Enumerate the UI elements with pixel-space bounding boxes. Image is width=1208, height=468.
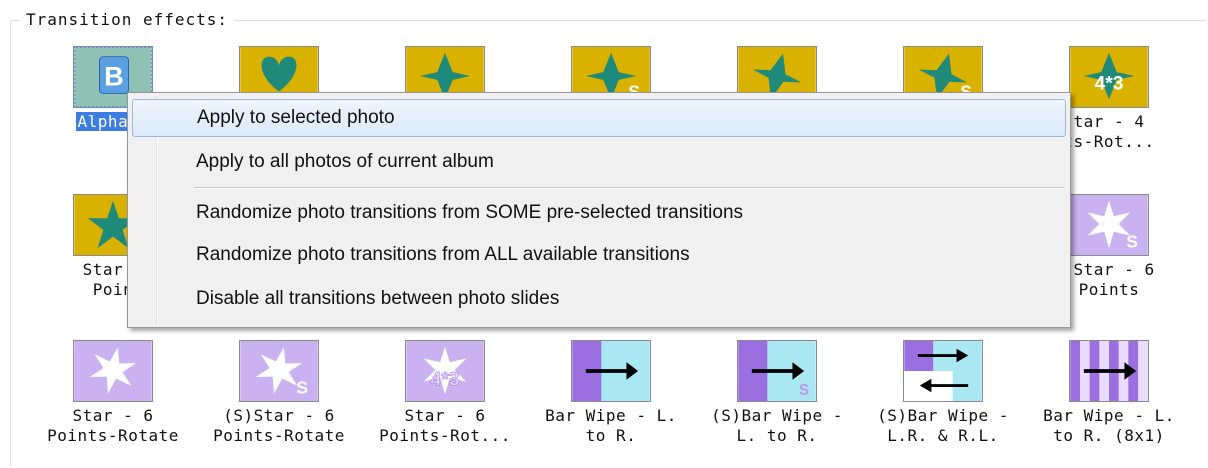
menu-item-randomize-all[interactable]: Randomize photo transitions from ALL ava… (132, 236, 1066, 274)
bar-wipe-s-thumbnail: S (737, 340, 817, 402)
menu-item-disable-all[interactable]: Disable all transitions between photo sl… (132, 280, 1066, 318)
transition-tile-bar-wipe-8x1[interactable]: Bar Wipe - L. to R. (8x1) (1026, 340, 1192, 446)
grid-mark: 4*3 (1094, 73, 1123, 95)
s-mark: S (799, 382, 809, 399)
transition-tile-bar-wipe-lr-rl[interactable]: (S)Bar Wipe - L.R. & R.L. (860, 340, 1026, 446)
menu-item-label: Apply to all photos of current album (196, 151, 494, 172)
bar-wipe-both-thumbnail (903, 340, 983, 402)
star-6-grid-thumbnail: 4*3 (405, 340, 485, 402)
tile-label: (S)Bar Wipe - L. to R. (711, 406, 843, 445)
transition-tile-star6-rot-grid[interactable]: 4*3 Star - 6 Points-Rot... (362, 340, 528, 446)
star-6-s-thumbnail: S (1069, 194, 1149, 256)
tile-label: Bar Wipe - L. to R. (545, 406, 677, 445)
s-mark: S (296, 377, 308, 397)
menu-item-apply-all[interactable]: Apply to all photos of current album (132, 143, 1066, 181)
group-title: Transition effects: (20, 10, 235, 29)
menu-item-label: Disable all transitions between photo sl… (196, 288, 560, 309)
menu-item-label: Randomize photo transitions from ALL ava… (196, 244, 690, 265)
menu-item-label: Apply to selected photo (197, 107, 395, 128)
transition-tile-bar-wipe-s[interactable]: S (S)Bar Wipe - L. to R. (694, 340, 860, 446)
menu-item-randomize-some[interactable]: Randomize photo transitions from SOME pr… (132, 194, 1066, 232)
tile-label: Bar Wipe - L. to R. (8x1) (1043, 406, 1175, 445)
star-6-rotate-thumbnail (73, 340, 153, 402)
star-6-rotate-s-thumbnail: S (239, 340, 319, 402)
context-menu: Apply to selected photo Apply to all pho… (127, 92, 1071, 328)
menu-item-label: Randomize photo transitions from SOME pr… (196, 202, 744, 223)
tile-label: (S)Bar Wipe - L.R. & R.L. (877, 406, 1009, 445)
s-mark: S (1126, 231, 1138, 251)
bar-wipe-8x1-thumbnail (1069, 340, 1149, 402)
tile-label: Star - 6 Points-Rotate (47, 406, 179, 445)
transition-tile-star6-rot[interactable]: Star - 6 Points-Rotate (30, 340, 196, 446)
menu-item-apply-selected[interactable]: Apply to selected photo (132, 99, 1066, 137)
tile-label: (S)Star - 6 Points-Rotate (213, 406, 345, 445)
svg-text:B: B (104, 61, 124, 92)
star-4-grid-thumbnail: 4*3 (1069, 46, 1149, 108)
transition-tile-star6-rot-s[interactable]: S (S)Star - 6 Points-Rotate (196, 340, 362, 446)
grid-mark: 4*3 (430, 369, 459, 391)
transition-tile-bar-wipe[interactable]: Bar Wipe - L. to R. (528, 340, 694, 446)
tile-label: Star - 6 Points-Rot... (379, 406, 511, 445)
bar-wipe-thumbnail (571, 340, 651, 402)
menu-separator (194, 187, 1064, 189)
